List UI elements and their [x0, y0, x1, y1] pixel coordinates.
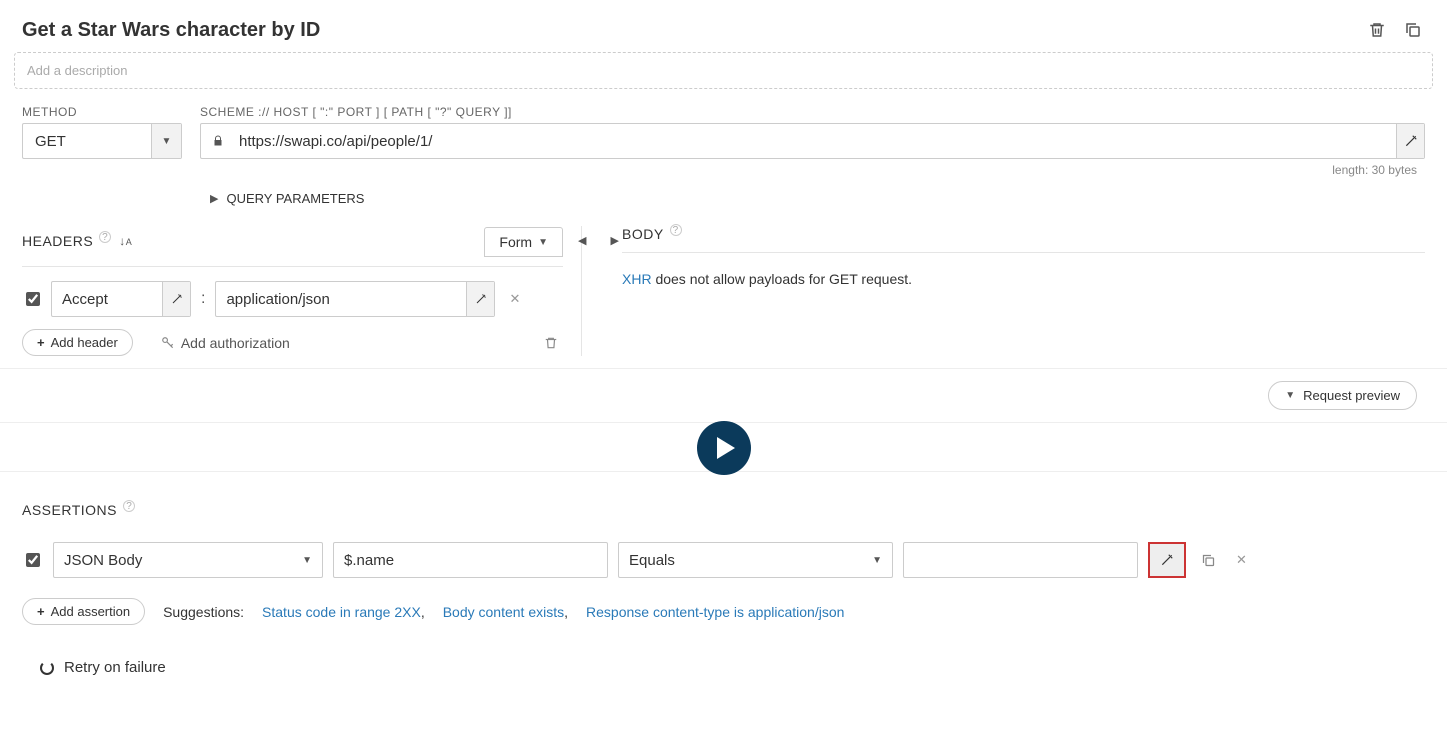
- colon-separator: :: [199, 290, 207, 308]
- header-row: Accept : application/json ✕: [22, 281, 563, 317]
- suggestion-link[interactable]: Status code in range 2XX: [262, 604, 425, 620]
- run-request-button[interactable]: [697, 421, 751, 475]
- assertion-expected-input[interactable]: [903, 542, 1138, 578]
- method-label: METHOD: [22, 105, 182, 119]
- help-icon[interactable]: ?: [123, 500, 135, 512]
- suggestion-link[interactable]: Response content-type is application/jso…: [586, 604, 844, 620]
- suggestion-link[interactable]: Body content exists: [443, 604, 568, 620]
- collapse-right-icon[interactable]: ▶: [604, 230, 624, 251]
- assertion-enabled-checkbox[interactable]: [26, 553, 40, 567]
- help-icon[interactable]: ?: [670, 224, 682, 236]
- remove-assertion-button[interactable]: ✕: [1230, 552, 1253, 568]
- header-enabled-checkbox[interactable]: [26, 292, 40, 306]
- body-message: XHR does not allow payloads for GET requ…: [622, 267, 1425, 287]
- magic-wand-icon[interactable]: [162, 282, 190, 316]
- delete-button[interactable]: [1365, 18, 1389, 42]
- request-preview-button[interactable]: ▼Request preview: [1268, 381, 1417, 410]
- method-select[interactable]: GET ▼: [22, 123, 182, 159]
- retry-on-failure-toggle[interactable]: Retry on failure: [0, 633, 1447, 696]
- assertions-title: ASSERTIONS: [22, 502, 117, 518]
- header-value-input[interactable]: application/json: [215, 281, 495, 317]
- collapse-left-icon[interactable]: ◀: [572, 230, 592, 251]
- caret-right-icon: ▶: [210, 192, 218, 205]
- xhr-link[interactable]: XHR: [622, 271, 652, 287]
- magic-wand-icon[interactable]: [466, 282, 494, 316]
- lock-icon: [201, 134, 235, 148]
- assertion-row: JSON Body▼ $.name Equals▼ ✕: [0, 542, 1447, 590]
- caret-down-icon: ▼: [151, 124, 181, 158]
- url-scheme-label: SCHEME :// HOST [ ":" PORT ] [ PATH [ "?…: [200, 105, 512, 119]
- suggestions-label: Suggestions:: [163, 604, 244, 620]
- magic-wand-icon[interactable]: [1396, 124, 1424, 158]
- headers-title: HEADERS: [22, 233, 93, 249]
- help-icon[interactable]: ?: [99, 231, 111, 243]
- query-parameters-toggle[interactable]: ▶ QUERY PARAMETERS: [0, 177, 1447, 220]
- url-length-text: length: 30 bytes: [0, 159, 1447, 177]
- copy-button[interactable]: [1401, 18, 1425, 42]
- assertion-operator-select[interactable]: Equals▼: [618, 542, 893, 578]
- body-title: BODY: [622, 226, 664, 242]
- page-title: Get a Star Wars character by ID: [22, 19, 320, 42]
- add-assertion-button[interactable]: +Add assertion: [22, 598, 145, 625]
- reload-icon: [40, 661, 54, 675]
- assertion-source-select[interactable]: JSON Body▼: [53, 542, 323, 578]
- assertion-path-input[interactable]: $.name: [333, 542, 608, 578]
- url-input[interactable]: https://swapi.co/api/people/1/: [200, 123, 1425, 159]
- add-authorization-button[interactable]: Add authorization: [161, 335, 290, 351]
- sort-icon[interactable]: ↓A: [119, 234, 132, 248]
- headers-form-toggle[interactable]: Form ▼: [484, 227, 563, 257]
- play-icon: [717, 437, 735, 459]
- copy-assertion-button[interactable]: [1196, 548, 1220, 572]
- clear-headers-button[interactable]: [539, 331, 563, 355]
- add-header-button[interactable]: +Add header: [22, 329, 133, 356]
- header-name-input[interactable]: Accept: [51, 281, 191, 317]
- description-input[interactable]: Add a description: [14, 52, 1433, 89]
- remove-header-button[interactable]: ✕: [503, 291, 526, 307]
- assertion-magic-wand-button[interactable]: [1148, 542, 1186, 578]
